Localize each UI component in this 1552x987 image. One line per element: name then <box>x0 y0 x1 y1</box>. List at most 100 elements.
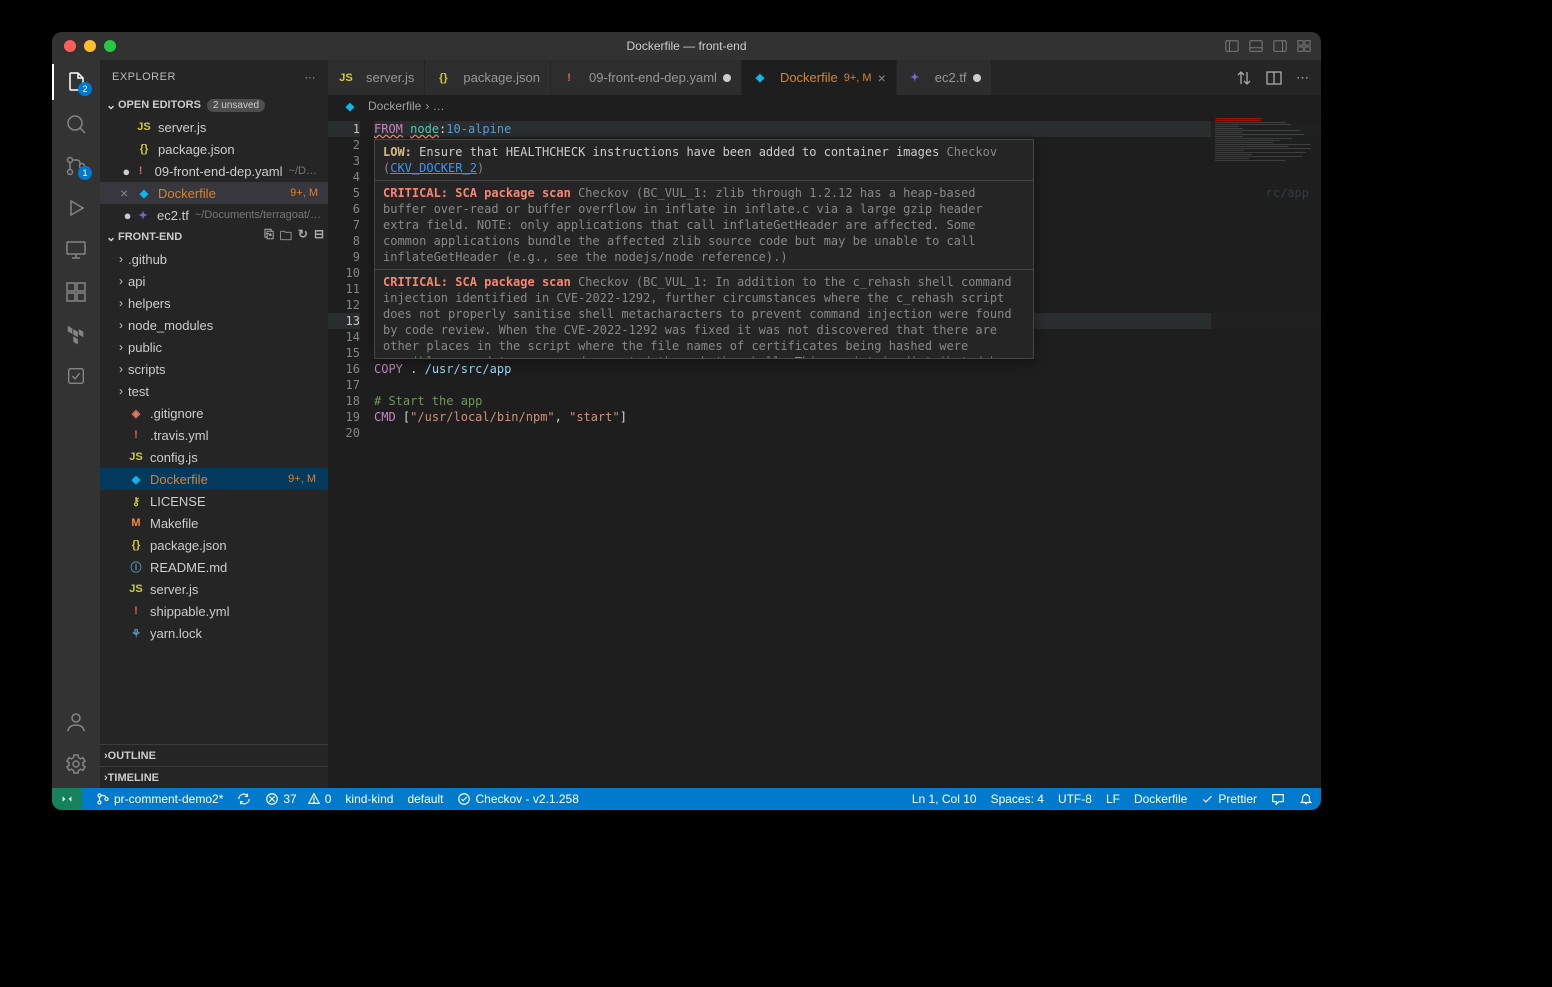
encoding[interactable]: UTF-8 <box>1058 792 1092 806</box>
remote-explorer-icon[interactable] <box>64 238 88 262</box>
editor-tab[interactable]: {}package.json <box>425 60 551 95</box>
file-name: package.json <box>150 538 227 553</box>
more-actions-icon[interactable]: ⋯ <box>1296 70 1309 86</box>
open-editor-item[interactable]: {}package.json <box>100 138 328 160</box>
checkov-status[interactable]: Checkov - v2.1.258 <box>457 792 578 806</box>
extensions-icon[interactable] <box>64 280 88 304</box>
code-editor[interactable]: 1234567891011121314151617181920 rc/app F… <box>328 117 1321 788</box>
zoom-window[interactable] <box>104 40 116 52</box>
kube-namespace[interactable]: default <box>407 792 443 806</box>
diagnostic-hover[interactable]: LOW: Ensure that HEALTHCHECK instruction… <box>374 139 1034 359</box>
file-explorer: ›.github›api›helpers›node_modules›public… <box>100 248 328 744</box>
breadcrumb[interactable]: ◆ Dockerfile › … <box>328 95 1321 117</box>
titlebar: Dockerfile — front-end <box>52 32 1321 60</box>
file-item[interactable]: ◆Dockerfile9+, M <box>100 468 328 490</box>
close-icon[interactable]: × <box>878 70 886 86</box>
prettier[interactable]: Prettier <box>1201 792 1257 806</box>
cursor-position[interactable]: Ln 1, Col 10 <box>912 792 977 806</box>
file-icon: {} <box>128 537 144 553</box>
sync-icon[interactable] <box>237 792 251 806</box>
editor-tab[interactable]: JSserver.js <box>328 60 425 95</box>
feedback-icon[interactable] <box>1271 792 1285 806</box>
file-item[interactable]: ◈.gitignore <box>100 402 328 424</box>
folder-item[interactable]: ›test <box>100 380 328 402</box>
open-editors-header[interactable]: ⌄ OPEN EDITORS 2 unsaved <box>100 94 328 116</box>
file-icon: {} <box>136 141 152 157</box>
folder-name: scripts <box>128 362 166 377</box>
chevron-right-icon: › <box>114 252 128 266</box>
panel-left-icon[interactable] <box>1225 39 1239 53</box>
file-item[interactable]: JSconfig.js <box>100 446 328 468</box>
source-control-icon[interactable]: 1 <box>64 154 88 178</box>
settings-gear-icon[interactable] <box>64 752 88 776</box>
file-name: ec2.tf <box>157 208 189 223</box>
file-name: README.md <box>150 560 227 575</box>
folder-item[interactable]: ›helpers <box>100 292 328 314</box>
file-icon: ⚷ <box>128 493 144 509</box>
split-editor-icon[interactable] <box>1266 70 1282 86</box>
code-content[interactable]: rc/app FROM node:10-alpineCOPY . /usr/sr… <box>374 117 1321 788</box>
editor-tab[interactable]: ◆Dockerfile9+, M× <box>742 60 897 95</box>
file-item[interactable]: ⚘yarn.lock <box>100 622 328 644</box>
folder-item[interactable]: ›api <box>100 270 328 292</box>
folder-item[interactable]: ›scripts <box>100 358 328 380</box>
file-item[interactable]: MMakefile <box>100 512 328 534</box>
file-icon: ◆ <box>752 70 768 86</box>
open-editor-item[interactable]: ●✦ec2.tf~/Documents/terragoat/te… <box>100 204 328 226</box>
terraform-icon[interactable] <box>64 322 88 346</box>
run-debug-icon[interactable] <box>64 196 88 220</box>
checkov-icon[interactable] <box>64 364 88 388</box>
collapse-all-icon[interactable]: ⊟ <box>314 227 324 248</box>
folder-item[interactable]: ›.github <box>100 248 328 270</box>
close-icon[interactable]: × <box>120 185 136 201</box>
editor-tab[interactable]: ✦ec2.tf <box>897 60 992 95</box>
tab-label: Dockerfile <box>780 70 838 85</box>
refresh-icon[interactable]: ↻ <box>298 227 308 248</box>
panel-right-icon[interactable] <box>1273 39 1287 53</box>
new-file-icon[interactable]: ⎘ <box>264 227 274 248</box>
compare-changes-icon[interactable] <box>1236 70 1252 86</box>
explorer-badge: 2 <box>78 82 92 96</box>
file-badge: 9+, M <box>290 187 322 199</box>
folder-item[interactable]: ›node_modules <box>100 314 328 336</box>
minimize-window[interactable] <box>84 40 96 52</box>
accounts-icon[interactable] <box>64 710 88 734</box>
editor-tab[interactable]: !09-front-end-dep.yaml <box>551 60 742 95</box>
git-branch[interactable]: pr-comment-demo2* <box>96 792 223 806</box>
file-item[interactable]: ⚷LICENSE <box>100 490 328 512</box>
minimap[interactable] <box>1211 117 1321 788</box>
close-window[interactable] <box>64 40 76 52</box>
file-item[interactable]: !shippable.yml <box>100 600 328 622</box>
language-mode[interactable]: Dockerfile <box>1134 792 1187 806</box>
dirty-dot-icon: ● <box>120 208 135 223</box>
file-item[interactable]: ⓘREADME.md <box>100 556 328 578</box>
open-editor-item[interactable]: ●!09-front-end-dep.yaml~/Dow… <box>100 160 328 182</box>
file-path: ~/Dow… <box>289 165 322 177</box>
folder-item[interactable]: ›public <box>100 336 328 358</box>
file-item[interactable]: {} package.json <box>100 534 328 556</box>
tab-label: 09-front-end-dep.yaml <box>589 70 717 85</box>
eol[interactable]: LF <box>1106 792 1120 806</box>
unsaved-pill: 2 unsaved <box>207 99 265 112</box>
timeline-header[interactable]: ›TIMELINE <box>100 766 328 788</box>
open-editor-item[interactable]: JSserver.js <box>100 116 328 138</box>
indentation[interactable]: Spaces: 4 <box>991 792 1044 806</box>
status-bar: pr-comment-demo2* 37 0 kind-kind default… <box>52 788 1321 810</box>
file-name: server.js <box>158 120 206 135</box>
panel-bottom-icon[interactable] <box>1249 39 1263 53</box>
layout-customize-icon[interactable] <box>1297 39 1311 53</box>
kube-context[interactable]: kind-kind <box>345 792 393 806</box>
explorer-icon[interactable]: 2 <box>64 70 88 94</box>
new-folder-icon[interactable]: 🗀 <box>280 227 292 248</box>
problems[interactable]: 37 0 <box>265 792 331 806</box>
bell-icon[interactable] <box>1299 792 1313 806</box>
search-icon[interactable] <box>64 112 88 136</box>
sidebar-more-icon[interactable]: ⋯ <box>305 71 317 84</box>
remote-indicator[interactable] <box>52 788 82 810</box>
open-editor-item[interactable]: ×◆Dockerfile9+, M <box>100 182 328 204</box>
file-item[interactable]: !.travis.yml <box>100 424 328 446</box>
outline-header[interactable]: ›OUTLINE <box>100 744 328 766</box>
project-header[interactable]: ⌄ FRONT-END ⎘ 🗀 ↻ ⊟ <box>100 226 328 248</box>
file-item[interactable]: JSserver.js <box>100 578 328 600</box>
folder-name: helpers <box>128 296 171 311</box>
